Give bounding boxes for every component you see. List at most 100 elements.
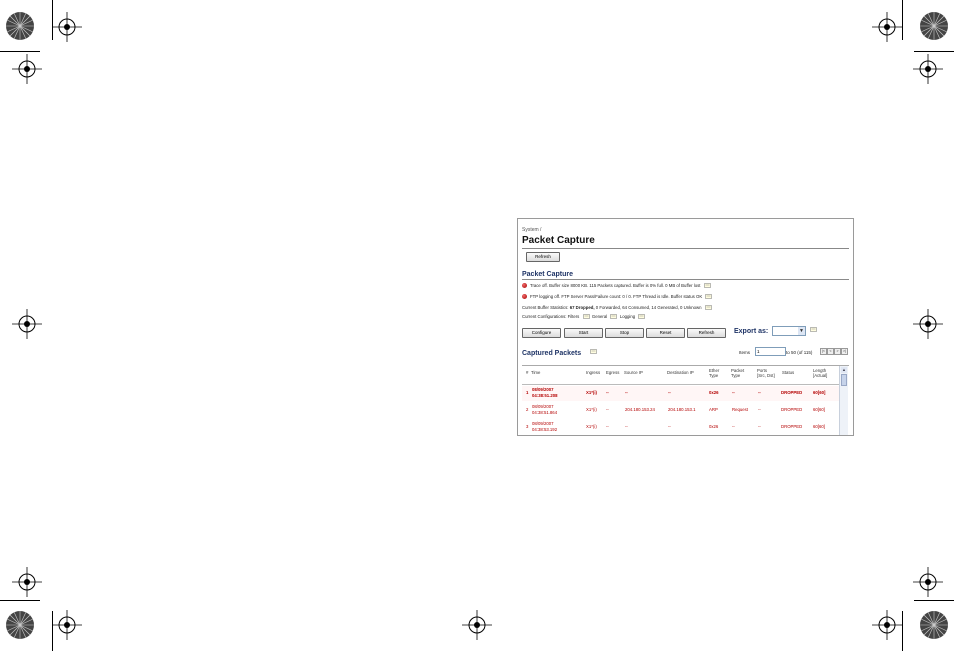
- refresh-button[interactable]: Refresh: [687, 328, 726, 338]
- row-2-status[interactable]: DROPPED: [781, 407, 802, 413]
- trim-line: [0, 600, 40, 601]
- registration-target-top-left-2: [12, 54, 42, 84]
- col-header-ports[interactable]: Ports [Src, Dst]: [757, 368, 775, 378]
- registration-target-bottom-left: [12, 567, 42, 597]
- status-red-dot-icon: [522, 283, 527, 289]
- print-rosette-bottom-left: [5, 610, 35, 640]
- row-2-egress[interactable]: --: [606, 407, 609, 413]
- items-label: Items: [739, 350, 751, 355]
- row-2-ports[interactable]: --: [758, 407, 761, 413]
- row-2-num[interactable]: 2: [526, 407, 528, 413]
- row-3-ingress[interactable]: X1*(i): [586, 424, 597, 430]
- note-icon[interactable]: [703, 283, 711, 289]
- export-label: Export as:: [734, 328, 769, 335]
- general-note-icon[interactable]: [610, 314, 618, 320]
- row-2-ether-type[interactable]: ARP: [709, 407, 718, 413]
- config-general-label: General: [591, 314, 608, 319]
- registration-target-mid-right: [913, 309, 943, 339]
- row-1-source-ip[interactable]: --: [625, 390, 628, 396]
- row-3-time[interactable]: 08/09/2007 04:38:53.192: [532, 421, 557, 432]
- first-page-button[interactable]: |<: [820, 348, 827, 355]
- items-start-input[interactable]: 1: [755, 347, 786, 356]
- prev-page-button[interactable]: <: [827, 348, 834, 355]
- scrollbar-thumb[interactable]: [841, 374, 847, 386]
- configure-button[interactable]: Configure: [522, 328, 561, 338]
- title-divider: [522, 248, 849, 249]
- filters-note-icon[interactable]: [582, 314, 590, 320]
- captured-note-icon[interactable]: [590, 349, 597, 354]
- print-rosette-top-left: [5, 11, 35, 41]
- reset-button[interactable]: Reset: [646, 328, 685, 338]
- export-format-select[interactable]: ▼: [772, 326, 806, 336]
- row-3-length[interactable]: 60[60]: [813, 424, 825, 430]
- row-2-date: 08/09/2007: [532, 404, 554, 409]
- trim-line: [902, 611, 903, 651]
- ports-line-2: [Src, Dst]: [757, 373, 775, 378]
- row-3-egress[interactable]: --: [606, 424, 609, 430]
- col-header-packet-type[interactable]: Packet Type: [731, 368, 744, 378]
- note-icon[interactable]: [705, 294, 713, 300]
- table-header-divider: [522, 384, 839, 385]
- row-1-status[interactable]: DROPPED: [781, 390, 802, 396]
- row-1-num[interactable]: 1: [526, 390, 528, 396]
- col-header-time[interactable]: Time: [531, 370, 540, 375]
- registration-target-top-right: [872, 12, 902, 42]
- row-3-date: 08/09/2007: [532, 421, 554, 426]
- print-rosette-top-right: [919, 11, 949, 41]
- row-3-ports[interactable]: --: [758, 424, 761, 430]
- row-2-time[interactable]: 08/09/2007 04:38:51.864: [532, 404, 557, 415]
- col-header-status[interactable]: Status: [782, 370, 794, 375]
- scroll-up-arrow-icon[interactable]: ▲: [841, 367, 847, 373]
- row-1-ports[interactable]: --: [758, 390, 761, 396]
- last-page-button[interactable]: >|: [841, 348, 848, 355]
- col-header-ingress[interactable]: Ingress: [586, 370, 600, 375]
- top-refresh-button[interactable]: Refresh: [526, 252, 560, 262]
- breadcrumb[interactable]: System /: [522, 227, 541, 233]
- packet-type-line-2: Type: [731, 373, 741, 378]
- next-page-button[interactable]: >: [834, 348, 841, 355]
- col-header-egress[interactable]: Egress: [606, 370, 619, 375]
- registration-target-top-right-2: [913, 54, 943, 84]
- row-2-source-ip[interactable]: 204.180.153.24: [625, 407, 655, 413]
- col-header-destination-ip[interactable]: Destination IP: [667, 370, 694, 375]
- row-3-destination-ip[interactable]: --: [668, 424, 671, 430]
- logging-note-icon[interactable]: [638, 314, 646, 320]
- start-button[interactable]: Start: [564, 328, 603, 338]
- col-header-length[interactable]: Length [Actual]: [813, 368, 827, 378]
- row-1-packet-type[interactable]: --: [732, 390, 735, 396]
- export-note-icon[interactable]: [810, 327, 817, 332]
- row-2-ingress[interactable]: X1*(i): [586, 407, 597, 413]
- stop-button[interactable]: Stop: [605, 328, 644, 338]
- col-header-num[interactable]: #: [526, 370, 528, 375]
- row-1-ether-type[interactable]: 0x26: [709, 390, 719, 396]
- row-1-length[interactable]: 60[60]: [813, 390, 825, 396]
- row-1-ingress[interactable]: X1*(i): [586, 390, 597, 396]
- registration-target-bottom-right-2: [872, 610, 902, 640]
- config-filters-label: Current Configurations: Filters: [522, 314, 580, 319]
- row-3-num[interactable]: 3: [526, 424, 528, 430]
- chevron-down-icon[interactable]: ▼: [798, 327, 805, 335]
- trace-status-line: Trace off. Buffer size 8000 KB. 115 Pack…: [522, 283, 711, 289]
- row-1-time[interactable]: 08/09/2007 04:38:51.208: [532, 387, 558, 398]
- col-header-ether-type[interactable]: Ether Type: [709, 368, 719, 378]
- buffer-stats-label: Current Buffer Statistics:: [522, 305, 569, 310]
- packet-capture-screenshot: System / Packet Capture Refresh Packet C…: [517, 218, 854, 436]
- row-2-destination-ip[interactable]: 204.180.153.1: [668, 407, 695, 413]
- table-scrollbar[interactable]: ▲: [839, 366, 848, 435]
- row-1-destination-ip[interactable]: --: [668, 390, 671, 396]
- trim-line: [914, 600, 954, 601]
- registration-target-top-left: [52, 12, 82, 42]
- row-3-status[interactable]: DROPPED: [781, 424, 802, 430]
- trim-line: [914, 51, 954, 52]
- row-1-egress[interactable]: --: [606, 390, 609, 396]
- col-header-source-ip[interactable]: Source IP: [624, 370, 643, 375]
- row-3-packet-type[interactable]: --: [732, 424, 735, 430]
- row-2-length[interactable]: 60[60]: [813, 407, 825, 413]
- items-range-text: to 50 (of 115): [786, 350, 813, 355]
- row-2-packet-type[interactable]: Request: [732, 407, 748, 413]
- buffer-stats-dropped: 67 Dropped,: [569, 305, 595, 310]
- ftp-status-line: FTP logging off. FTP Server Pass/Failure…: [522, 294, 713, 300]
- note-icon[interactable]: [705, 305, 712, 311]
- row-3-ether-type[interactable]: 0x26: [709, 424, 718, 430]
- row-3-source-ip[interactable]: --: [625, 424, 628, 430]
